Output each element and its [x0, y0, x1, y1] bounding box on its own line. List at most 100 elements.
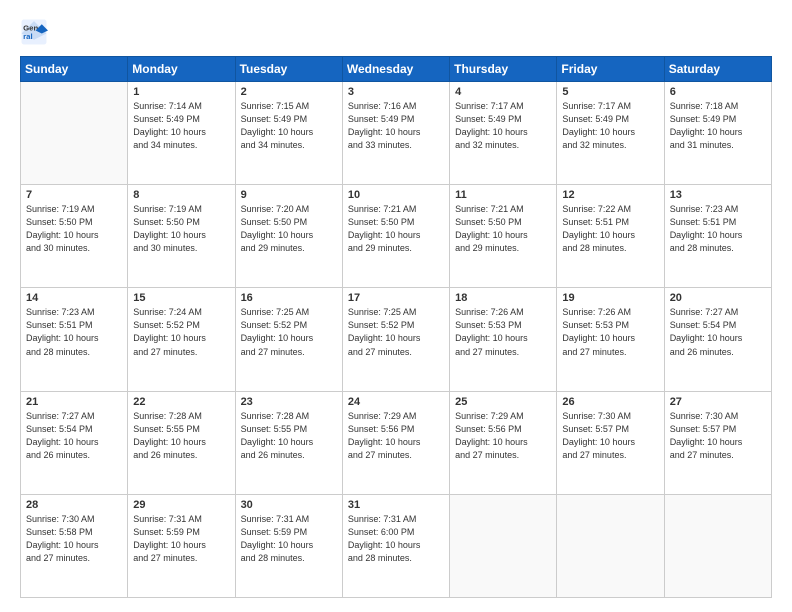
day-number: 18 — [455, 292, 551, 304]
day-info: Sunrise: 7:17 AMSunset: 5:49 PMDaylight:… — [455, 100, 551, 152]
calendar-cell: 10 Sunrise: 7:21 AMSunset: 5:50 PMDayligh… — [342, 185, 449, 288]
day-number: 23 — [241, 396, 337, 408]
calendar-cell: 31 Sunrise: 7:31 AMSunset: 6:00 PMDayligh… — [342, 494, 449, 597]
calendar-cell: 3 Sunrise: 7:16 AMSunset: 5:49 PMDaylight… — [342, 82, 449, 185]
day-number: 25 — [455, 396, 551, 408]
day-info: Sunrise: 7:20 AMSunset: 5:50 PMDaylight:… — [241, 203, 337, 255]
day-number: 27 — [670, 396, 766, 408]
day-info: Sunrise: 7:27 AMSunset: 5:54 PMDaylight:… — [670, 306, 766, 358]
calendar-cell: 24 Sunrise: 7:29 AMSunset: 5:56 PMDayligh… — [342, 391, 449, 494]
calendar-cell: 7 Sunrise: 7:19 AMSunset: 5:50 PMDaylight… — [21, 185, 128, 288]
day-number: 3 — [348, 86, 444, 98]
header: Gene ral — [20, 18, 772, 46]
calendar-cell: 28Sunrise: 7:30 AMSunset: 5:58 PMDayligh… — [21, 494, 128, 597]
day-number: 26 — [562, 396, 658, 408]
calendar-cell: 16 Sunrise: 7:25 AMSunset: 5:52 PMDayligh… — [235, 288, 342, 391]
calendar-cell: 6 Sunrise: 7:18 AMSunset: 5:49 PMDaylight… — [664, 82, 771, 185]
weekday-header-tuesday: Tuesday — [235, 57, 342, 82]
weekday-header-thursday: Thursday — [450, 57, 557, 82]
day-number: 9 — [241, 189, 337, 201]
day-info: Sunrise: 7:29 AMSunset: 5:56 PMDaylight:… — [455, 410, 551, 462]
day-info: Sunrise: 7:23 AMSunset: 5:51 PMDaylight:… — [670, 203, 766, 255]
day-number: 8 — [133, 189, 229, 201]
day-number: 10 — [348, 189, 444, 201]
day-info: Sunrise: 7:30 AMSunset: 5:57 PMDaylight:… — [670, 410, 766, 462]
day-info: Sunrise: 7:26 AMSunset: 5:53 PMDaylight:… — [455, 306, 551, 358]
day-info: Sunrise: 7:28 AMSunset: 5:55 PMDaylight:… — [241, 410, 337, 462]
weekday-header-wednesday: Wednesday — [342, 57, 449, 82]
calendar-cell: 17 Sunrise: 7:25 AMSunset: 5:52 PMDayligh… — [342, 288, 449, 391]
calendar-cell — [557, 494, 664, 597]
day-info: Sunrise: 7:30 AMSunset: 5:57 PMDaylight:… — [562, 410, 658, 462]
calendar-cell: 11Sunrise: 7:21 AMSunset: 5:50 PMDayligh… — [450, 185, 557, 288]
day-number: 12 — [562, 189, 658, 201]
calendar-cell: 5 Sunrise: 7:17 AMSunset: 5:49 PMDaylight… — [557, 82, 664, 185]
day-number: 6 — [670, 86, 766, 98]
calendar-cell: 8 Sunrise: 7:19 AMSunset: 5:50 PMDaylight… — [128, 185, 235, 288]
day-info: Sunrise: 7:31 AMSunset: 6:00 PMDaylight:… — [348, 513, 444, 565]
day-info: Sunrise: 7:27 AMSunset: 5:54 PMDaylight:… — [26, 410, 122, 462]
day-info: Sunrise: 7:30 AMSunset: 5:58 PMDaylight:… — [26, 513, 122, 565]
calendar-cell: 23 Sunrise: 7:28 AMSunset: 5:55 PMDayligh… — [235, 391, 342, 494]
day-info: Sunrise: 7:17 AMSunset: 5:49 PMDaylight:… — [562, 100, 658, 152]
calendar-header: SundayMondayTuesdayWednesdayThursdayFrid… — [21, 57, 772, 82]
day-info: Sunrise: 7:29 AMSunset: 5:56 PMDaylight:… — [348, 410, 444, 462]
day-number: 19 — [562, 292, 658, 304]
calendar-week-3: 14 Sunrise: 7:23 AMSunset: 5:51 PMDayligh… — [21, 288, 772, 391]
calendar-table: SundayMondayTuesdayWednesdayThursdayFrid… — [20, 56, 772, 598]
day-info: Sunrise: 7:16 AMSunset: 5:49 PMDaylight:… — [348, 100, 444, 152]
day-number: 30 — [241, 499, 337, 511]
calendar-cell: 4Sunrise: 7:17 AMSunset: 5:49 PMDaylight… — [450, 82, 557, 185]
day-info: Sunrise: 7:28 AMSunset: 5:55 PMDaylight:… — [133, 410, 229, 462]
day-number: 14 — [26, 292, 122, 304]
day-info: Sunrise: 7:21 AMSunset: 5:50 PMDaylight:… — [348, 203, 444, 255]
day-number: 7 — [26, 189, 122, 201]
calendar-cell: 25 Sunrise: 7:29 AMSunset: 5:56 PMDayligh… — [450, 391, 557, 494]
day-info: Sunrise: 7:24 AMSunset: 5:52 PMDaylight:… — [133, 306, 229, 358]
page: Gene ral SundayMondayTuesdayWednesdayThu… — [0, 0, 792, 612]
calendar-week-2: 7 Sunrise: 7:19 AMSunset: 5:50 PMDaylight… — [21, 185, 772, 288]
day-info: Sunrise: 7:19 AMSunset: 5:50 PMDaylight:… — [26, 203, 122, 255]
logo-icon: Gene ral — [20, 18, 48, 46]
day-info: Sunrise: 7:22 AMSunset: 5:51 PMDaylight:… — [562, 203, 658, 255]
calendar-cell: 18 Sunrise: 7:26 AMSunset: 5:53 PMDayligh… — [450, 288, 557, 391]
calendar-week-4: 21 Sunrise: 7:27 AMSunset: 5:54 PMDayligh… — [21, 391, 772, 494]
day-info: Sunrise: 7:14 AMSunset: 5:49 PMDaylight:… — [133, 100, 229, 152]
day-number: 20 — [670, 292, 766, 304]
calendar-cell: 21 Sunrise: 7:27 AMSunset: 5:54 PMDayligh… — [21, 391, 128, 494]
calendar-cell — [664, 494, 771, 597]
calendar-cell: 19 Sunrise: 7:26 AMSunset: 5:53 PMDayligh… — [557, 288, 664, 391]
calendar-cell: 15 Sunrise: 7:24 AMSunset: 5:52 PMDayligh… — [128, 288, 235, 391]
calendar-cell — [21, 82, 128, 185]
calendar-cell — [450, 494, 557, 597]
calendar-cell: 29Sunrise: 7:31 AMSunset: 5:59 PMDayligh… — [128, 494, 235, 597]
day-number: 29 — [133, 499, 229, 511]
weekday-header-friday: Friday — [557, 57, 664, 82]
calendar-cell: 26 Sunrise: 7:30 AMSunset: 5:57 PMDayligh… — [557, 391, 664, 494]
day-info: Sunrise: 7:19 AMSunset: 5:50 PMDaylight:… — [133, 203, 229, 255]
day-info: Sunrise: 7:25 AMSunset: 5:52 PMDaylight:… — [348, 306, 444, 358]
calendar-cell: 2Sunrise: 7:15 AMSunset: 5:49 PMDaylight… — [235, 82, 342, 185]
calendar-cell: 22 Sunrise: 7:28 AMSunset: 5:55 PMDayligh… — [128, 391, 235, 494]
weekday-header-saturday: Saturday — [664, 57, 771, 82]
day-number: 22 — [133, 396, 229, 408]
day-number: 17 — [348, 292, 444, 304]
day-info: Sunrise: 7:25 AMSunset: 5:52 PMDaylight:… — [241, 306, 337, 358]
day-number: 31 — [348, 499, 444, 511]
day-number: 24 — [348, 396, 444, 408]
calendar-cell: 30Sunrise: 7:31 AMSunset: 5:59 PMDayligh… — [235, 494, 342, 597]
day-number: 1 — [133, 86, 229, 98]
day-number: 21 — [26, 396, 122, 408]
weekday-header-sunday: Sunday — [21, 57, 128, 82]
day-info: Sunrise: 7:26 AMSunset: 5:53 PMDaylight:… — [562, 306, 658, 358]
calendar-cell: 12 Sunrise: 7:22 AMSunset: 5:51 PMDayligh… — [557, 185, 664, 288]
calendar-cell: 20 Sunrise: 7:27 AMSunset: 5:54 PMDayligh… — [664, 288, 771, 391]
logo: Gene ral — [20, 18, 52, 46]
day-info: Sunrise: 7:23 AMSunset: 5:51 PMDaylight:… — [26, 306, 122, 358]
day-info: Sunrise: 7:18 AMSunset: 5:49 PMDaylight:… — [670, 100, 766, 152]
day-number: 5 — [562, 86, 658, 98]
calendar-cell: 27 Sunrise: 7:30 AMSunset: 5:57 PMDayligh… — [664, 391, 771, 494]
day-number: 15 — [133, 292, 229, 304]
day-number: 2 — [241, 86, 337, 98]
day-number: 16 — [241, 292, 337, 304]
